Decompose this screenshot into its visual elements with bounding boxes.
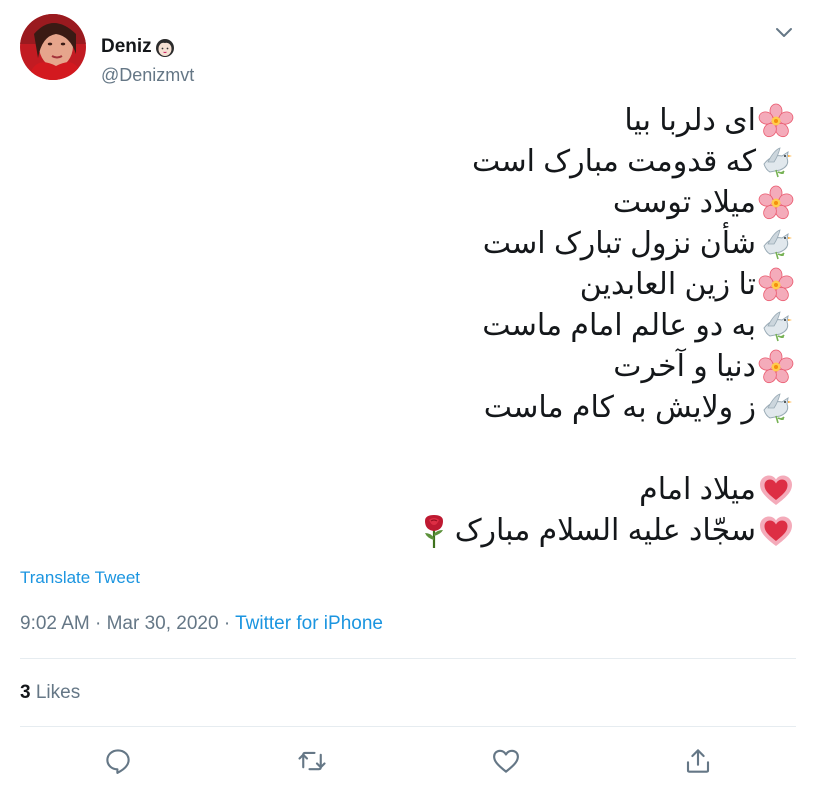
display-name[interactable]: Deniz	[101, 36, 152, 58]
tweet-text-span: شأن نزول تبارک است	[482, 227, 756, 260]
likes-label[interactable]: Likes	[36, 682, 80, 703]
tweet-meta: 9:02 AM · Mar 30, 2020 · Twitter for iPh…	[20, 613, 383, 635]
user-handle[interactable]: @Denizmvt	[101, 64, 194, 86]
divider	[20, 726, 796, 727]
tweet-text-line: ز ولایش به کام ماست	[34, 387, 794, 428]
tweet-text-span: ای دلربا بیا	[624, 104, 756, 137]
tweet-text-span: میلاد توست	[612, 186, 756, 219]
cherry-blossom-emoji-icon	[758, 349, 794, 385]
tweet-text-span: به دو عالم امام ماست	[482, 309, 756, 342]
display-name-row[interactable]: Deniz	[101, 36, 176, 58]
avatar[interactable]	[20, 14, 86, 80]
cherry-blossom-emoji-icon	[758, 267, 794, 303]
tweet-text-line: که قدومت مبارک است	[34, 141, 794, 182]
tweet-text-line: به دو عالم امام ماست	[34, 305, 794, 346]
dove-emoji-icon	[758, 308, 794, 344]
tweet-header: Deniz @Denizmvt	[20, 14, 800, 85]
translate-tweet-link[interactable]: Translate Tweet	[20, 568, 140, 588]
tweet-text-line: دنیا و آخرت	[34, 346, 794, 387]
rose-emoji-icon	[417, 513, 451, 549]
chevron-down-icon[interactable]	[772, 20, 796, 44]
meta-separator: ·	[218, 613, 236, 634]
tweet-source-link[interactable]: Twitter for iPhone	[235, 613, 383, 634]
reply-icon[interactable]	[103, 746, 133, 776]
share-icon[interactable]	[683, 746, 713, 776]
heart-icon[interactable]	[491, 746, 521, 776]
tweet-text-span: دنیا و آخرت	[613, 350, 756, 383]
tweet-text-line: شأن نزول تبارک است	[34, 223, 794, 264]
cherry-blossom-emoji-icon	[758, 185, 794, 221]
likes-count[interactable]: 3	[20, 682, 31, 703]
tweet-text-line: ای دلربا بیا	[34, 100, 794, 141]
dove-emoji-icon	[758, 390, 794, 426]
dove-emoji-icon	[758, 226, 794, 262]
retweet-icon[interactable]	[297, 746, 327, 776]
tweet-text-line: میلاد امام	[34, 469, 794, 510]
tweet-card: Deniz @Denizmvt ای دلربا بیا که قدومت مبا…	[0, 0, 816, 792]
tweet-text-line: سجّاد علیه السلام مبارک	[34, 510, 794, 551]
tweet-text-line: میلاد توست	[34, 182, 794, 223]
divider	[20, 658, 796, 659]
tweet-time[interactable]: 9:02 AM	[20, 613, 90, 634]
meta-separator: ·	[89, 613, 107, 634]
heart-emoji-icon	[758, 472, 794, 508]
heart-emoji-icon	[758, 513, 794, 549]
tweet-text-span: تا زین العابدین	[579, 268, 756, 301]
woman-face-emoji-icon	[154, 36, 176, 58]
tweet-text-line: تا زین العابدین	[34, 264, 794, 305]
dove-emoji-icon	[758, 144, 794, 180]
cherry-blossom-emoji-icon	[758, 103, 794, 139]
tweet-actions	[0, 740, 816, 782]
tweet-text-span: سجّاد علیه السلام مبارک	[454, 514, 756, 547]
tweet-text: ای دلربا بیا که قدومت مبارک است میلاد توست…	[34, 100, 794, 551]
tweet-text-span: ز ولایش به کام ماست	[483, 391, 756, 424]
tweet-text-span: که قدومت مبارک است	[471, 145, 756, 178]
tweet-text-span: میلاد امام	[639, 473, 756, 506]
tweet-date[interactable]: Mar 30, 2020	[107, 613, 219, 634]
tweet-stats[interactable]: 3 Likes	[20, 682, 80, 704]
